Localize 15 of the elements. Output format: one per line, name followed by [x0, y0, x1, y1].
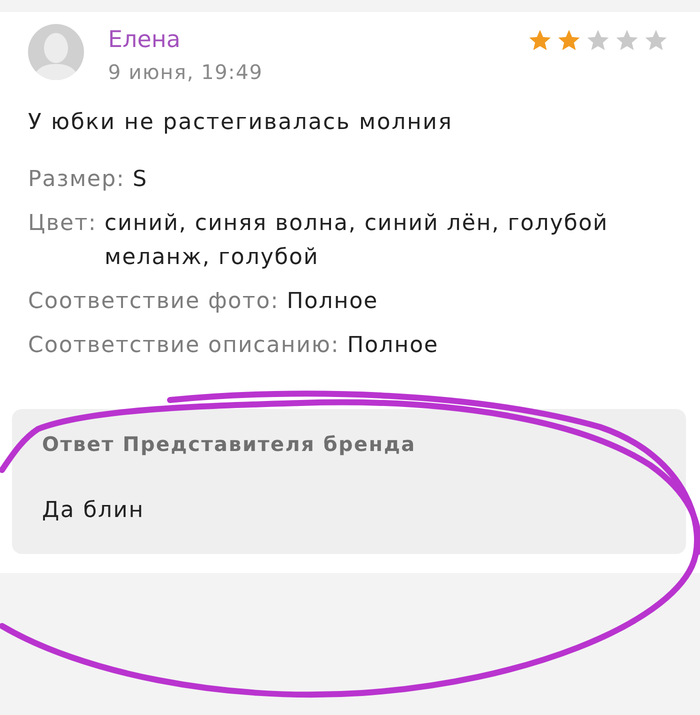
star-icon	[645, 29, 667, 51]
review-date: 9 июня, 19:49	[108, 60, 263, 84]
author-name: Елена	[108, 26, 182, 54]
star-icon	[529, 29, 551, 51]
star-icon	[587, 29, 609, 51]
review-text: У юбки не растегивалась молния	[28, 109, 454, 137]
reply-title: Ответ Представителя бренда	[42, 434, 417, 454]
detail-text: Соответствие фото: Полное	[28, 288, 380, 316]
detail-text: Размер: S	[28, 166, 149, 194]
reply-text: Да блин	[42, 497, 146, 525]
star-icon	[616, 29, 638, 51]
avatar-icon	[28, 24, 84, 80]
detail-text: Цвет: синий, синяя волна, синий лён, голубой меланж, голубой	[28, 210, 610, 272]
detail-text: Соответствие описанию: Полное	[28, 332, 440, 360]
star-icon	[558, 29, 580, 51]
